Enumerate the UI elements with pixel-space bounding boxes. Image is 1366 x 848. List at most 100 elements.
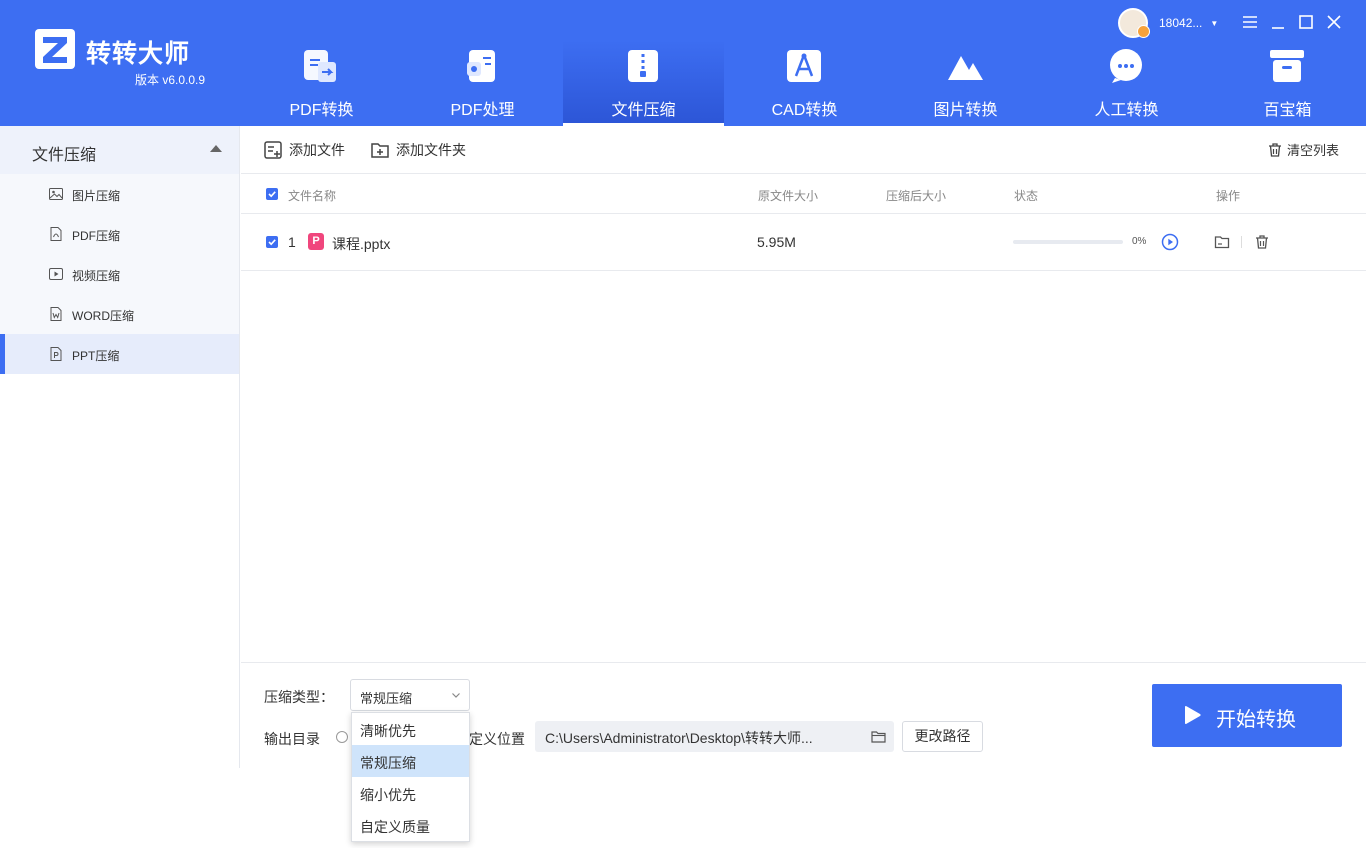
table-header: 文件名称 原文件大小 压缩后大小 状态 操作: [241, 174, 1366, 214]
add-folder-icon: [371, 143, 389, 158]
tab-pdf-process[interactable]: PDF处理: [402, 40, 563, 126]
option-label: 缩小优先: [360, 787, 416, 803]
tab-label: 图片转换: [933, 102, 998, 119]
tab-toolbox[interactable]: 百宝箱: [1207, 40, 1366, 126]
image-icon: [49, 188, 63, 200]
ppt-file-icon: P: [308, 233, 324, 250]
sidebar-item-label: PPT压缩: [72, 349, 120, 363]
start-convert-button[interactable]: 开始转换: [1152, 684, 1342, 747]
user-account[interactable]: 18042... ▼: [1118, 8, 1218, 38]
clear-list-label: 清空列表: [1287, 143, 1340, 158]
play-icon[interactable]: [1161, 233, 1179, 251]
video-icon: [49, 268, 63, 280]
caret-down-icon[interactable]: ▼: [1210, 19, 1218, 28]
divider: [1241, 236, 1242, 248]
folder-icon[interactable]: [871, 729, 886, 744]
maximize-icon[interactable]: [1297, 13, 1315, 31]
sidebar-item-label: 视频压缩: [72, 269, 121, 283]
column-header-actions: 操作: [1216, 189, 1241, 203]
trash-icon: [1269, 142, 1281, 157]
pdf-file-icon: [50, 227, 62, 241]
sidebar-group-compress[interactable]: 文件压缩: [0, 126, 239, 174]
sidebar-item-word-compress[interactable]: WORD压缩: [0, 294, 239, 334]
output-path-field[interactable]: C:\Users\Administrator\Desktop\转转大师...: [535, 721, 894, 752]
add-file-button[interactable]: 添加文件: [263, 140, 345, 160]
tab-label: 百宝箱: [1263, 102, 1312, 119]
row-checkbox[interactable]: [266, 236, 278, 248]
add-folder-label: 添加文件夹: [396, 142, 466, 158]
version-label: 版本 v6.0.0.9: [135, 73, 206, 87]
progress-bar: [1013, 240, 1123, 244]
column-header-status: 状态: [1014, 189, 1039, 203]
check-icon: [268, 239, 276, 246]
select-all-checkbox[interactable]: [266, 188, 278, 200]
dropdown-option-custom-quality[interactable]: 自定义质量: [352, 809, 469, 841]
column-header-name: 文件名称: [288, 189, 337, 203]
delete-icon[interactable]: [1254, 234, 1270, 250]
tab-label: PDF转换: [289, 102, 354, 119]
row-index: 1: [288, 234, 296, 250]
word-file-icon: [50, 307, 62, 321]
tab-image-convert[interactable]: 图片转换: [885, 40, 1046, 126]
sidebar-item-video-compress[interactable]: 视频压缩: [0, 254, 239, 294]
brand-name: 转转大师: [86, 40, 191, 68]
minimize-icon[interactable]: [1269, 13, 1287, 31]
tab-label: CAD转换: [771, 102, 838, 119]
tab-cad-convert[interactable]: CAD转换: [724, 40, 885, 126]
avatar[interactable]: [1118, 8, 1150, 38]
output-dir-label: 输出目录: [264, 731, 320, 747]
tab-pdf-convert[interactable]: PDF转换: [241, 40, 402, 126]
add-folder-button[interactable]: 添加文件夹: [370, 140, 466, 160]
start-convert-label: 开始转换: [1216, 709, 1296, 731]
pdf-process-icon: [467, 50, 495, 82]
pdf-convert-icon: [304, 50, 336, 82]
custom-location-label: 定义位置: [469, 731, 525, 747]
output-radio[interactable]: [336, 731, 348, 743]
sidebar: 文件压缩 图片压缩 PDF压缩 视频压缩 WORD压缩 PPT压缩: [0, 126, 240, 768]
compress-type-value: 常规压缩: [360, 691, 413, 706]
close-icon[interactable]: [1325, 13, 1343, 31]
table-row[interactable]: 1 P 课程.pptx 5.95M 0%: [241, 214, 1366, 271]
collapse-arrow-icon[interactable]: [210, 145, 222, 152]
chevron-down-icon: [452, 693, 460, 698]
add-file-label: 添加文件: [289, 142, 345, 158]
file-compress-icon: [628, 50, 658, 82]
output-path-text: C:\Users\Administrator\Desktop\转转大师...: [545, 730, 813, 746]
file-name: 课程.pptx: [332, 236, 391, 252]
open-folder-icon[interactable]: [1214, 234, 1230, 250]
file-toolbar: 添加文件 添加文件夹 清空列表: [241, 126, 1366, 174]
cad-convert-icon: [787, 50, 821, 82]
app-logo-icon: [35, 29, 75, 69]
add-file-icon: [264, 141, 282, 159]
username: 18042...: [1159, 16, 1203, 30]
option-label: 清晰优先: [360, 723, 416, 739]
sidebar-item-image-compress[interactable]: 图片压缩: [0, 174, 239, 214]
option-label: 常规压缩: [360, 755, 416, 771]
dropdown-option-normal[interactable]: 常规压缩: [352, 745, 469, 777]
sidebar-group-label: 文件压缩: [32, 147, 97, 164]
tab-manual-convert[interactable]: 人工转换: [1046, 40, 1207, 126]
main-nav-tabs: PDF转换 PDF处理 文件压缩 CAD转换 图片转换 人工转换 百宝箱: [241, 40, 1366, 126]
compress-type-select[interactable]: 常规压缩: [350, 679, 470, 711]
sidebar-item-label: PDF压缩: [72, 229, 121, 243]
image-convert-icon: [948, 56, 983, 80]
toolbox-icon: [1270, 50, 1304, 82]
tab-file-compress[interactable]: 文件压缩: [563, 40, 724, 126]
dropdown-option-smaller[interactable]: 缩小优先: [352, 777, 469, 809]
sidebar-item-label: WORD压缩: [72, 309, 134, 323]
column-header-compressed-size: 压缩后大小: [886, 189, 947, 203]
clear-list-button[interactable]: 清空列表: [1267, 140, 1339, 159]
sidebar-item-ppt-compress[interactable]: PPT压缩: [0, 334, 239, 374]
menu-icon[interactable]: [1241, 13, 1259, 31]
progress-text: 0%: [1132, 236, 1147, 247]
tab-label: 人工转换: [1094, 102, 1159, 119]
compress-type-dropdown: 清晰优先 常规压缩 缩小优先 自定义质量: [351, 712, 470, 842]
sidebar-submenu: 图片压缩 PDF压缩 视频压缩 WORD压缩 PPT压缩: [0, 174, 239, 374]
app-window: 转转大师 版本 v6.0.0.9 PDF转换 PDF处理 文件压缩 CAD转换 …: [0, 0, 1366, 848]
tab-label: 文件压缩: [611, 102, 676, 119]
sidebar-item-pdf-compress[interactable]: PDF压缩: [0, 214, 239, 254]
tab-label: PDF处理: [450, 102, 515, 119]
dropdown-option-clarity[interactable]: 清晰优先: [352, 713, 469, 745]
ppt-file-icon: [50, 347, 62, 361]
change-path-button[interactable]: 更改路径: [902, 721, 983, 752]
